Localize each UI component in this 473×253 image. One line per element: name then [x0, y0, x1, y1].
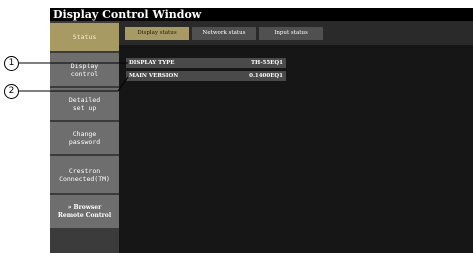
callout-leader-lines: [19, 62, 129, 92]
callout-2: 2: [4, 84, 19, 99]
callout-1: 1: [4, 56, 19, 71]
